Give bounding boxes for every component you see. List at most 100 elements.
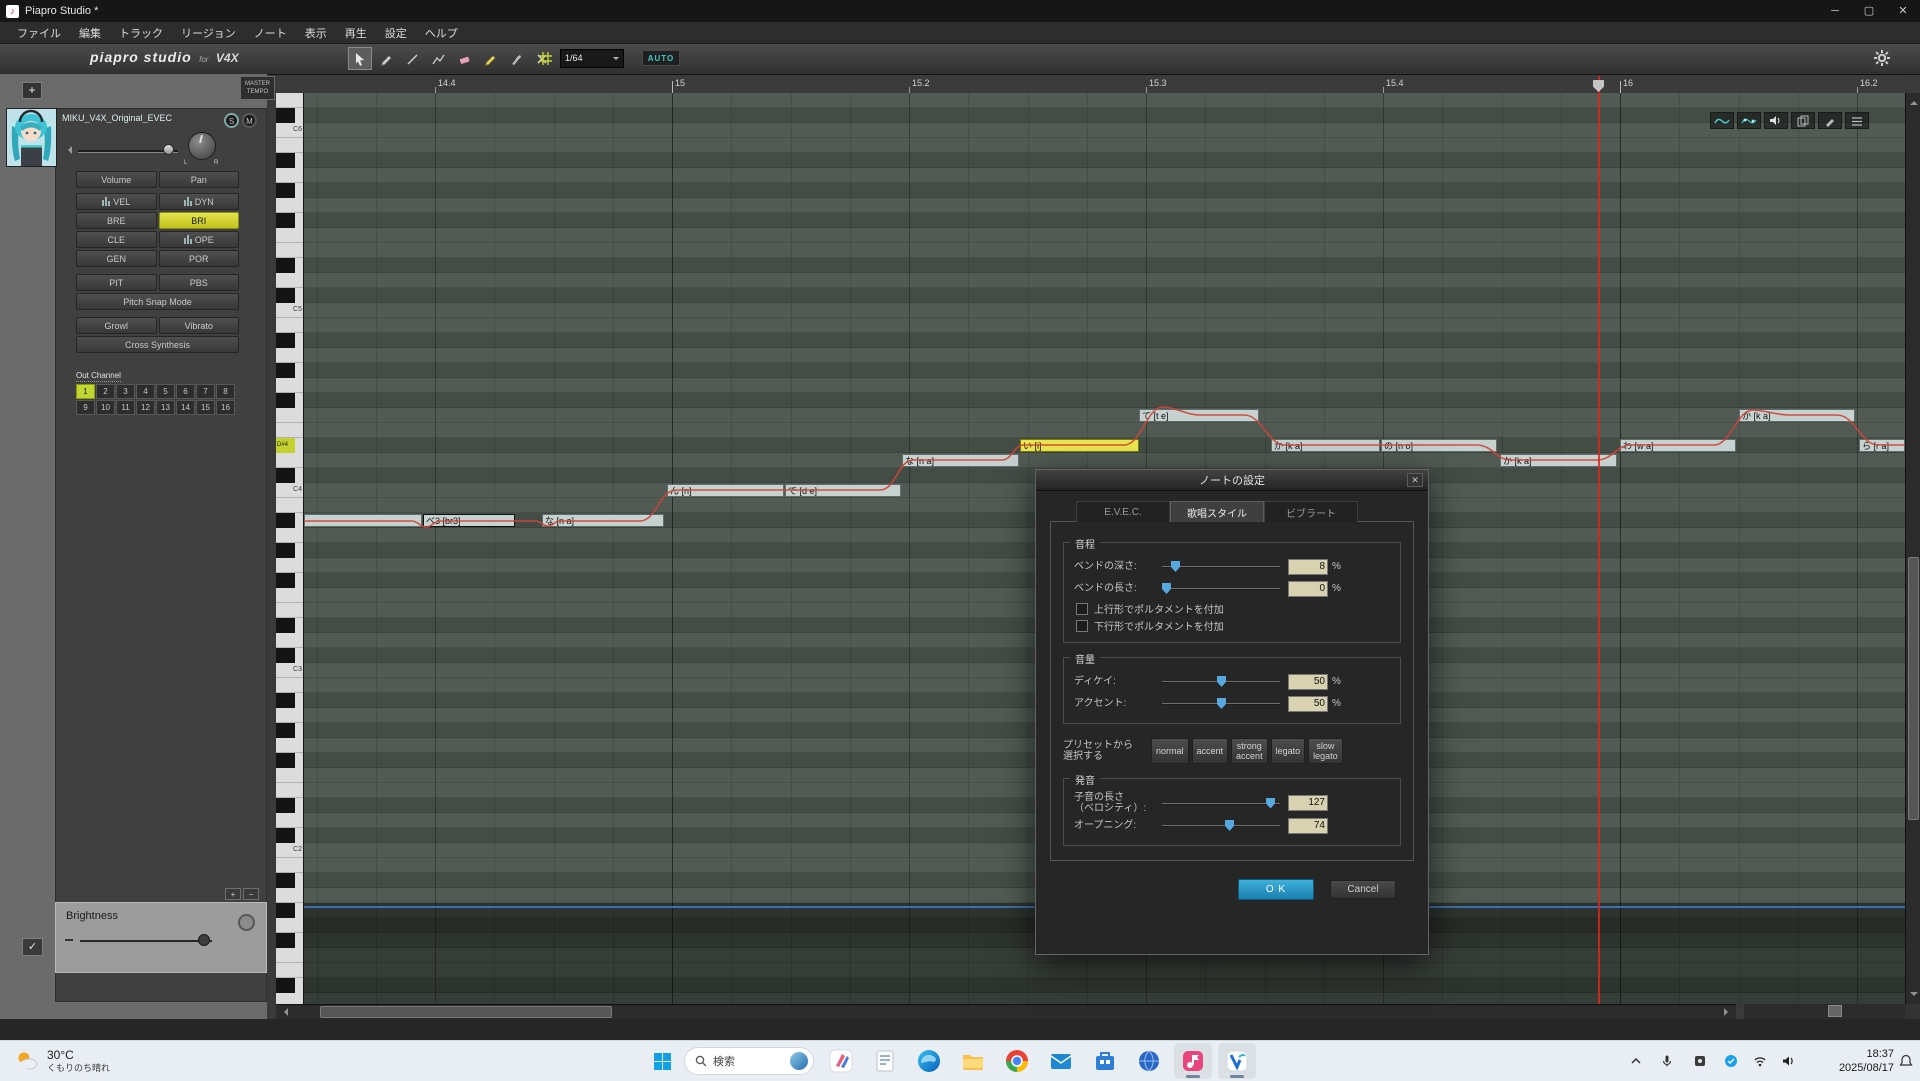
vertical-scroll-thumb[interactable] <box>1908 557 1919 820</box>
slider-thumb[interactable] <box>1162 583 1171 594</box>
auto-button[interactable]: AUTO <box>642 50 680 66</box>
piano-key[interactable] <box>276 558 304 573</box>
out-channel-8[interactable]: 8 <box>216 384 235 399</box>
eraser-tool-button[interactable] <box>452 47 476 70</box>
piano-key[interactable] <box>276 978 304 993</box>
vocaloid-app-icon[interactable] <box>1218 1043 1256 1079</box>
piano-key[interactable]: C2 <box>276 843 304 858</box>
note[interactable]: か [k a] <box>1739 409 1855 422</box>
notepad-app-icon[interactable] <box>866 1043 904 1079</box>
preset-legato-button[interactable]: legato <box>1271 738 1306 764</box>
param-growl-button[interactable]: Growl <box>76 317 157 334</box>
param-bri-button[interactable]: BRI <box>159 212 240 229</box>
note[interactable]: い [i] <box>1020 439 1139 452</box>
vertical-scrollbar[interactable] <box>1905 93 1920 1004</box>
slider[interactable] <box>1162 819 1280 832</box>
note[interactable]: の [n o] <box>1381 439 1497 452</box>
store-icon[interactable] <box>1086 1043 1124 1079</box>
note[interactable]: ん [n] <box>667 484 784 497</box>
browser-app-icon[interactable] <box>1130 1043 1168 1079</box>
note[interactable]: べ3 [br3] <box>423 514 515 527</box>
select-tool-button[interactable] <box>348 47 372 70</box>
mute-button[interactable]: M <box>242 113 257 128</box>
brightness-auto-knob[interactable] <box>238 914 255 931</box>
tray-app-icon[interactable] <box>1692 1053 1708 1069</box>
maximize-button[interactable]: ▢ <box>1852 0 1886 22</box>
piano-key[interactable]: C4 <box>276 483 304 498</box>
ok-button[interactable]: O K <box>1238 879 1314 900</box>
volume-slider-thumb[interactable] <box>163 144 174 155</box>
piano-key[interactable] <box>276 243 304 258</box>
piano-key[interactable] <box>276 993 304 1004</box>
scroll-right-arrow[interactable] <box>1724 1008 1732 1016</box>
note[interactable]: な [n a] <box>902 454 1019 467</box>
piano-key[interactable] <box>276 873 304 888</box>
menu-item-編集[interactable]: 編集 <box>70 23 110 43</box>
param-vibrato-button[interactable]: Vibrato <box>159 317 240 334</box>
taskbar-clock[interactable]: 18:37 2025/08/17 <box>1824 1047 1894 1075</box>
piano-key[interactable] <box>276 198 304 213</box>
piano-key[interactable] <box>276 183 304 198</box>
settings-gear-button[interactable] <box>1870 47 1894 71</box>
piapro-app-icon[interactable] <box>1174 1043 1212 1079</box>
menu-item-トラック[interactable]: トラック <box>110 23 172 43</box>
menu-item-ファイル[interactable]: ファイル <box>8 23 70 43</box>
value-box[interactable]: 50 <box>1288 674 1328 690</box>
piano-key[interactable] <box>276 828 304 843</box>
piano-key[interactable]: C3 <box>276 663 304 678</box>
menu-item-リージョン[interactable]: リージョン <box>172 23 245 43</box>
edit-button[interactable] <box>1818 112 1842 129</box>
piano-key[interactable] <box>276 783 304 798</box>
edge-icon[interactable] <box>910 1043 948 1079</box>
dialog-title-bar[interactable]: ノートの設定 ✕ <box>1036 470 1428 491</box>
value-box[interactable]: 0 <box>1288 581 1328 597</box>
mail-icon[interactable] <box>1042 1043 1080 1079</box>
weather-widget[interactable]: 30°C くもりのち晴れ <box>6 1043 118 1079</box>
piano-key[interactable] <box>276 573 304 588</box>
piano-key[interactable] <box>276 288 304 303</box>
piano-key[interactable] <box>276 708 304 723</box>
timeline-ruler[interactable]: 14.41515.215.315.41616.2 <box>276 76 1905 94</box>
brightness-slider[interactable] <box>80 940 212 942</box>
out-channel-2[interactable]: 2 <box>96 384 115 399</box>
piano-key[interactable] <box>276 378 304 393</box>
out-channel-3[interactable]: 3 <box>116 384 135 399</box>
panel-plus-button[interactable]: + <box>225 888 241 900</box>
piano-key[interactable] <box>276 588 304 603</box>
piano-key[interactable] <box>276 918 304 933</box>
snap-value-dropdown[interactable]: 1/64 <box>560 49 624 68</box>
tray-chevron-up-icon[interactable] <box>1628 1053 1644 1069</box>
notification-bell-icon[interactable] <box>1898 1053 1914 1069</box>
note[interactable]: な [n a] <box>542 514 664 527</box>
note[interactable]: で [d e] <box>785 484 901 497</box>
panel-minus-button[interactable]: − <box>243 888 259 900</box>
pencil-tool-button[interactable] <box>374 47 398 70</box>
param-gen-button[interactable]: GEN <box>76 250 157 267</box>
horizontal-scrollbar[interactable] <box>276 1004 1736 1019</box>
preset-slow-legato-button[interactable]: slow legato <box>1308 738 1343 764</box>
out-channel-10[interactable]: 10 <box>96 400 115 415</box>
slider-thumb[interactable] <box>1225 820 1234 831</box>
checkbox[interactable] <box>1076 603 1088 615</box>
out-channel-7[interactable]: 7 <box>196 384 215 399</box>
param-pan-button[interactable]: Pan <box>159 171 240 188</box>
param-ope-button[interactable]: OPE <box>159 231 240 248</box>
param-por-button[interactable]: POR <box>159 250 240 267</box>
marker-tool-button[interactable] <box>478 47 502 70</box>
piano-key[interactable] <box>276 273 304 288</box>
slider[interactable] <box>1162 675 1280 688</box>
piano-key[interactable] <box>276 528 304 543</box>
out-channel-12[interactable]: 12 <box>136 400 155 415</box>
piano-key[interactable] <box>276 543 304 558</box>
out-channel-4[interactable]: 4 <box>136 384 155 399</box>
note[interactable]: て [t e] <box>1139 409 1259 422</box>
param-pit-button[interactable]: PIT <box>76 274 157 291</box>
scroll-up-arrow[interactable] <box>1910 97 1918 105</box>
piano-key[interactable] <box>276 228 304 243</box>
tab-歌唱スタイル[interactable]: 歌唱スタイル <box>1170 501 1264 522</box>
menu-item-表示[interactable]: 表示 <box>296 23 336 43</box>
piano-key[interactable] <box>276 768 304 783</box>
line-tool-button[interactable] <box>400 47 424 70</box>
preset-strong-accent-button[interactable]: strong accent <box>1231 738 1268 764</box>
checkbox[interactable] <box>1076 620 1088 632</box>
